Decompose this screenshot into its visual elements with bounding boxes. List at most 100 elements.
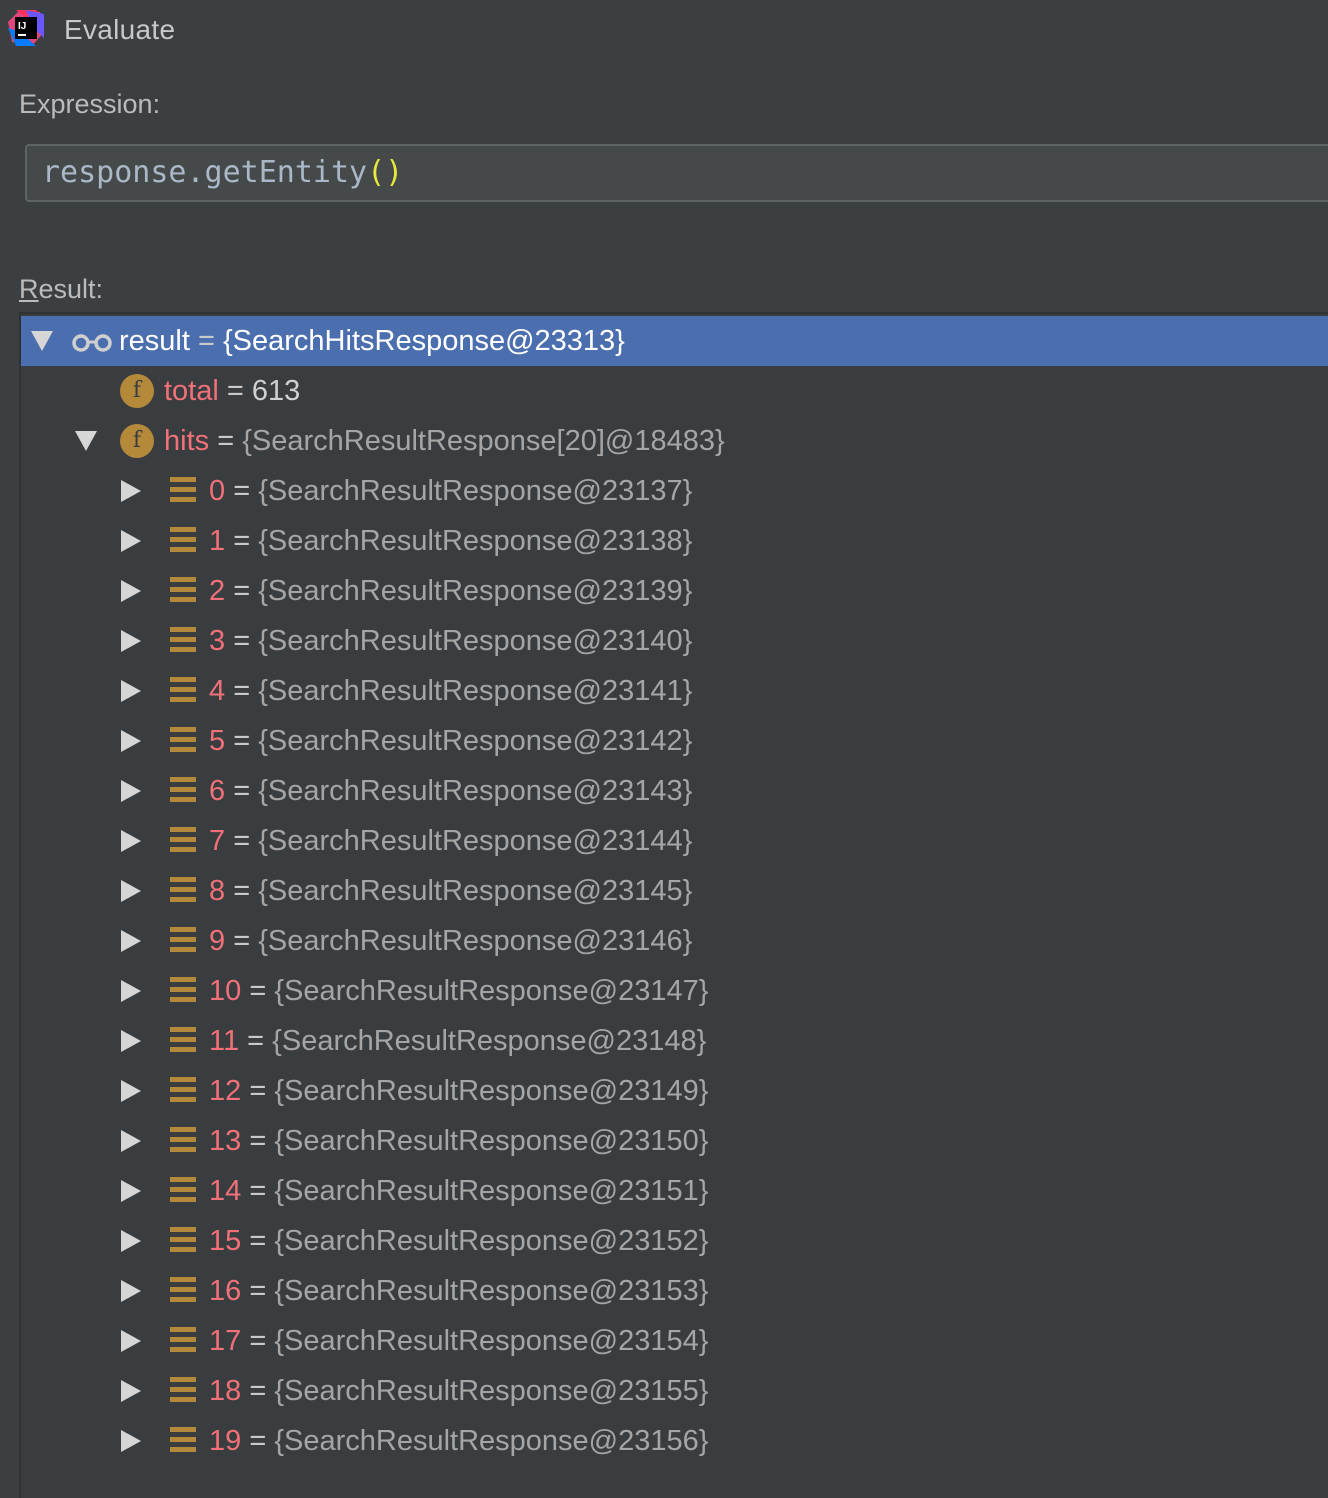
expand-arrow-icon[interactable] xyxy=(121,980,141,1002)
expand-arrow-icon[interactable] xyxy=(121,780,141,802)
expand-arrow-icon[interactable] xyxy=(121,1180,141,1202)
tree-row-hit[interactable]: 16 = {SearchResultResponse@23153} xyxy=(21,1266,1328,1316)
expression-parens: () xyxy=(367,155,404,190)
expand-arrow-icon[interactable] xyxy=(121,1430,141,1452)
element-value: {SearchResultResponse@23154} xyxy=(274,1325,709,1357)
array-element-icon xyxy=(170,977,196,1003)
array-element-icon xyxy=(170,627,196,653)
tree-row-total[interactable]: f total = 613 xyxy=(21,366,1328,416)
equals-sign: = xyxy=(233,875,251,907)
watch-glasses-icon xyxy=(72,334,112,352)
array-element-icon xyxy=(170,527,196,553)
tree-row-text: total = 613 xyxy=(164,374,300,408)
array-element-icon xyxy=(170,777,196,803)
equals-sign: = xyxy=(249,1175,267,1207)
tree-row-result[interactable]: result = {SearchHitsResponse@23313} xyxy=(21,316,1328,366)
element-index: 7 xyxy=(209,825,226,857)
element-index: 3 xyxy=(209,625,226,657)
array-element-icon xyxy=(170,827,196,853)
tree-row-hit[interactable]: 0 = {SearchResultResponse@23137} xyxy=(21,466,1328,516)
collapse-arrow-icon[interactable] xyxy=(31,331,53,351)
expand-arrow-icon[interactable] xyxy=(121,1280,141,1302)
expand-arrow-icon[interactable] xyxy=(121,580,141,602)
expand-arrow-icon[interactable] xyxy=(121,930,141,952)
expand-arrow-icon[interactable] xyxy=(121,630,141,652)
expand-arrow-icon[interactable] xyxy=(121,830,141,852)
equals-sign: = xyxy=(249,975,267,1007)
tree-row-text: hits = {SearchResultResponse[20]@18483} xyxy=(164,424,725,458)
equals-sign: = xyxy=(226,375,244,407)
tree-row-text: result = {SearchHitsResponse@23313} xyxy=(119,324,625,358)
expand-arrow-icon[interactable] xyxy=(121,480,141,502)
element-index: 18 xyxy=(209,1375,242,1407)
expand-arrow-icon[interactable] xyxy=(121,880,141,902)
tree-row-hit[interactable]: 9 = {SearchResultResponse@23146} xyxy=(21,916,1328,966)
equals-sign: = xyxy=(233,575,251,607)
tree-row-hit[interactable]: 17 = {SearchResultResponse@23154} xyxy=(21,1316,1328,1366)
array-element-icon xyxy=(170,1327,196,1353)
tree-row-hit[interactable]: 19 = {SearchResultResponse@23156} xyxy=(21,1416,1328,1466)
tree-row-text: 2 = {SearchResultResponse@23139} xyxy=(209,574,692,608)
expression-label: Expression: xyxy=(19,89,161,119)
equals-sign: = xyxy=(249,1325,267,1357)
tree-row-hit[interactable]: 11 = {SearchResultResponse@23148} xyxy=(21,1016,1328,1066)
field-value: 613 xyxy=(251,375,301,407)
tree-row-hit[interactable]: 12 = {SearchResultResponse@23149} xyxy=(21,1066,1328,1116)
element-value: {SearchResultResponse@23141} xyxy=(258,675,693,707)
equals-sign: = xyxy=(217,425,235,457)
expression-input[interactable]: response.getEntity() xyxy=(25,144,1328,202)
result-label-mnemonic: R xyxy=(19,274,39,304)
tree-row-hit[interactable]: 10 = {SearchResultResponse@23147} xyxy=(21,966,1328,1016)
expand-arrow-icon[interactable] xyxy=(121,1330,141,1352)
tree-row-hit[interactable]: 5 = {SearchResultResponse@23142} xyxy=(21,716,1328,766)
tree-row-hit[interactable]: 6 = {SearchResultResponse@23143} xyxy=(21,766,1328,816)
result-tree[interactable]: result = {SearchHitsResponse@23313} f to… xyxy=(19,312,1328,1498)
tree-row-hit[interactable]: 4 = {SearchResultResponse@23141} xyxy=(21,666,1328,716)
array-element-icon xyxy=(170,927,196,953)
expand-arrow-icon[interactable] xyxy=(121,1230,141,1252)
array-element-icon xyxy=(170,1227,196,1253)
tree-row-hit[interactable]: 2 = {SearchResultResponse@23139} xyxy=(21,566,1328,616)
tree-row-text: 8 = {SearchResultResponse@23145} xyxy=(209,874,692,908)
collapse-arrow-icon[interactable] xyxy=(75,431,97,451)
element-index: 10 xyxy=(209,975,242,1007)
expand-arrow-icon[interactable] xyxy=(121,680,141,702)
element-index: 11 xyxy=(209,1025,240,1057)
tree-row-text: 0 = {SearchResultResponse@23137} xyxy=(209,474,692,508)
field-name: hits xyxy=(164,425,210,457)
array-element-icon xyxy=(170,1427,196,1453)
element-value: {SearchResultResponse@23151} xyxy=(274,1175,709,1207)
window-title: Evaluate xyxy=(64,14,176,45)
tree-row-hit[interactable]: 13 = {SearchResultResponse@23150} xyxy=(21,1116,1328,1166)
equals-sign: = xyxy=(233,525,251,557)
tree-row-hit[interactable]: 3 = {SearchResultResponse@23140} xyxy=(21,616,1328,666)
element-value: {SearchResultResponse@23147} xyxy=(274,975,709,1007)
equals-sign: = xyxy=(233,775,251,807)
tree-row-text: 18 = {SearchResultResponse@23155} xyxy=(209,1374,708,1408)
expand-arrow-icon[interactable] xyxy=(121,1030,141,1052)
variable-value: {SearchHitsResponse@23313} xyxy=(222,325,625,357)
tree-row-hit[interactable]: 15 = {SearchResultResponse@23152} xyxy=(21,1216,1328,1266)
tree-row-hits[interactable]: f hits = {SearchResultResponse[20]@18483… xyxy=(21,416,1328,466)
tree-row-hit[interactable]: 18 = {SearchResultResponse@23155} xyxy=(21,1366,1328,1416)
array-element-icon xyxy=(170,1127,196,1153)
element-value: {SearchResultResponse@23156} xyxy=(274,1425,709,1457)
tree-row-hit[interactable]: 14 = {SearchResultResponse@23151} xyxy=(21,1166,1328,1216)
tree-row-text: 7 = {SearchResultResponse@23144} xyxy=(209,824,692,858)
expand-arrow-icon[interactable] xyxy=(121,1080,141,1102)
array-element-icon xyxy=(170,1377,196,1403)
expand-arrow-icon[interactable] xyxy=(121,530,141,552)
element-index: 13 xyxy=(209,1125,242,1157)
element-value: {SearchResultResponse@23137} xyxy=(258,475,693,507)
tree-row-hit[interactable]: 7 = {SearchResultResponse@23144} xyxy=(21,816,1328,866)
element-index: 1 xyxy=(209,525,226,557)
expand-arrow-icon[interactable] xyxy=(121,1380,141,1402)
expand-arrow-icon[interactable] xyxy=(121,1130,141,1152)
array-element-icon xyxy=(170,1077,196,1103)
tree-row-hit[interactable]: 1 = {SearchResultResponse@23138} xyxy=(21,516,1328,566)
equals-sign: = xyxy=(249,1125,267,1157)
expand-arrow-icon[interactable] xyxy=(121,730,141,752)
tree-row-text: 3 = {SearchResultResponse@23140} xyxy=(209,624,692,658)
tree-row-hit[interactable]: 8 = {SearchResultResponse@23145} xyxy=(21,866,1328,916)
array-element-icon xyxy=(170,477,196,503)
